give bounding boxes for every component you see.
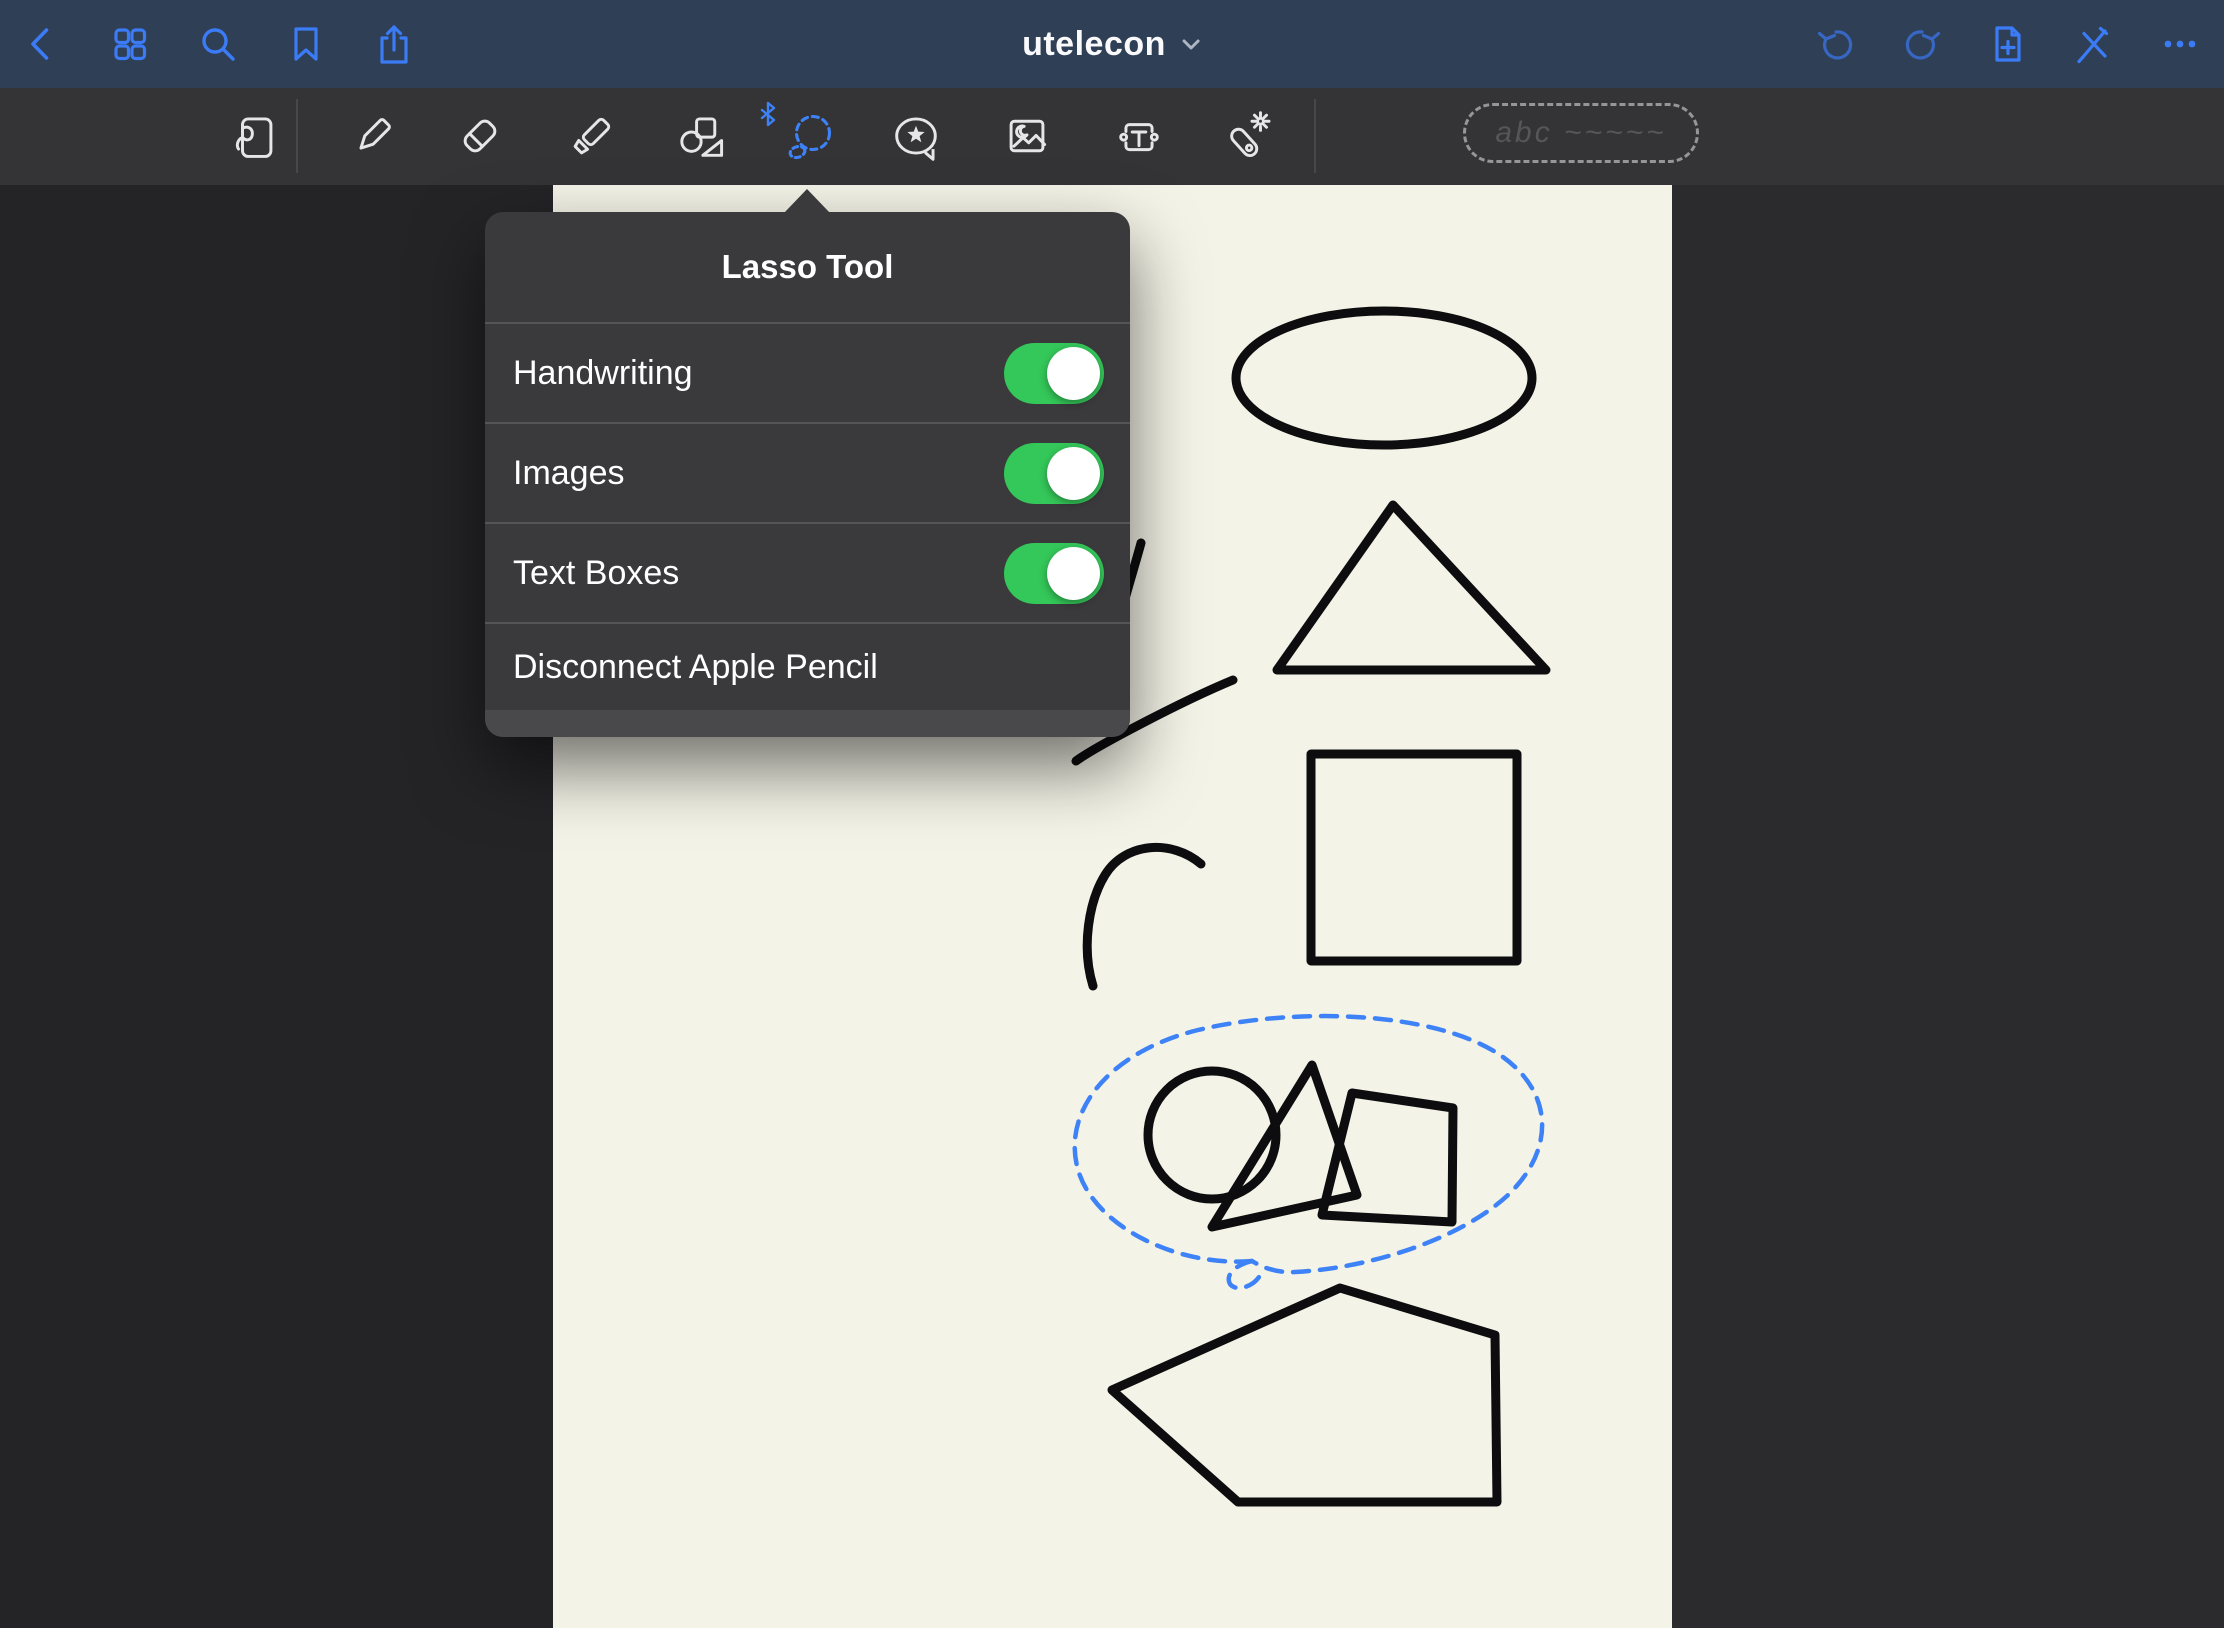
add-page-icon (1986, 22, 2030, 66)
chevron-down-icon (1180, 34, 1202, 54)
bookmark-button[interactable] (284, 22, 328, 66)
notebook-title: utelecon (1022, 25, 1166, 64)
highlighter-icon (567, 111, 617, 161)
drawn-pentagon (1112, 1288, 1497, 1502)
handwriting-hint: abc ~~~~~ (1495, 116, 1666, 150)
toolbar-divider (296, 99, 298, 173)
laser-pointer-icon (1223, 111, 1273, 161)
handwriting-toggle[interactable] (1004, 343, 1104, 404)
chevron-left-icon (20, 22, 64, 66)
popover-title: Lasso Tool (485, 212, 1130, 322)
images-toggle-row: Images (485, 422, 1130, 522)
add-page-button[interactable] (1986, 22, 2030, 66)
disconnect-apple-pencil-button[interactable]: Disconnect Apple Pencil (485, 622, 1130, 710)
text-boxes-toggle[interactable] (1004, 543, 1104, 604)
bluetooth-icon (758, 101, 778, 127)
handwriting-input-area[interactable]: abc ~~~~~ (1463, 103, 1699, 163)
images-toggle[interactable] (1004, 443, 1104, 504)
notebook-title-button[interactable]: utelecon (1022, 0, 1202, 88)
eraser-tool-button[interactable] (452, 108, 508, 164)
redo-icon (1900, 22, 1944, 66)
text-boxes-toggle-row: Text Boxes (485, 522, 1130, 622)
highlighter-tool-button[interactable] (564, 108, 620, 164)
bookmark-icon (284, 22, 328, 66)
popover-footer (485, 710, 1130, 737)
images-label: Images (513, 454, 625, 493)
lasso-icon (782, 108, 838, 164)
text-boxes-label: Text Boxes (513, 554, 679, 593)
grid-icon (108, 22, 152, 66)
undo-icon (1814, 22, 1858, 66)
back-button[interactable] (20, 22, 64, 66)
content-area: Lasso Tool Handwriting Images Text Boxes… (0, 185, 2224, 1628)
handwriting-label: Handwriting (513, 354, 693, 393)
navbar: utelecon (0, 0, 2224, 88)
shapes-icon (675, 111, 725, 161)
navbar-right-group (1814, 0, 2202, 88)
share-icon (372, 22, 416, 66)
navbar-left-group (0, 22, 416, 66)
toolbar: abc ~~~~~ (0, 88, 2224, 185)
more-button[interactable] (2158, 22, 2202, 66)
sticker-icon (891, 111, 941, 161)
disconnect-apple-pencil-label: Disconnect Apple Pencil (513, 648, 878, 687)
lasso-tool-popover: Lasso Tool Handwriting Images Text Boxes… (485, 212, 1130, 737)
sticker-tool-button[interactable] (888, 108, 944, 164)
ellipsis-icon (2158, 22, 2202, 66)
search-button[interactable] (196, 22, 240, 66)
share-button[interactable] (372, 22, 416, 66)
undo-button[interactable] (1814, 22, 1858, 66)
stop-editing-button[interactable] (2072, 22, 2116, 66)
toggle-knob (1047, 547, 1100, 600)
drawn-square (1311, 754, 1517, 961)
toggle-knob (1047, 347, 1100, 400)
popover-arrow (784, 189, 830, 213)
shapes-tool-button[interactable] (672, 108, 728, 164)
pencil-x-icon (2072, 22, 2116, 66)
image-tool-button[interactable] (999, 108, 1055, 164)
drawn-curve (1087, 847, 1201, 986)
lasso-tool-button[interactable] (782, 108, 838, 164)
drawn-triangle (1277, 505, 1546, 670)
toolbar-divider (1314, 99, 1316, 173)
page-pen-tool-button[interactable] (227, 108, 283, 164)
image-icon (1002, 111, 1052, 161)
text-box-icon (1114, 111, 1164, 161)
toggle-knob (1047, 447, 1100, 500)
search-icon (196, 22, 240, 66)
eraser-icon (455, 111, 505, 161)
pen-tool-button[interactable] (345, 108, 401, 164)
pages-overview-button[interactable] (108, 22, 152, 66)
laser-pointer-tool-button[interactable] (1220, 108, 1276, 164)
pen-icon (348, 111, 398, 161)
drawn-ellipse (1236, 311, 1532, 445)
text-tool-button[interactable] (1111, 108, 1167, 164)
handwriting-toggle-row: Handwriting (485, 322, 1130, 422)
drawn-circle (1148, 1071, 1276, 1199)
redo-button[interactable] (1900, 22, 1944, 66)
page-pen-icon (230, 111, 280, 161)
